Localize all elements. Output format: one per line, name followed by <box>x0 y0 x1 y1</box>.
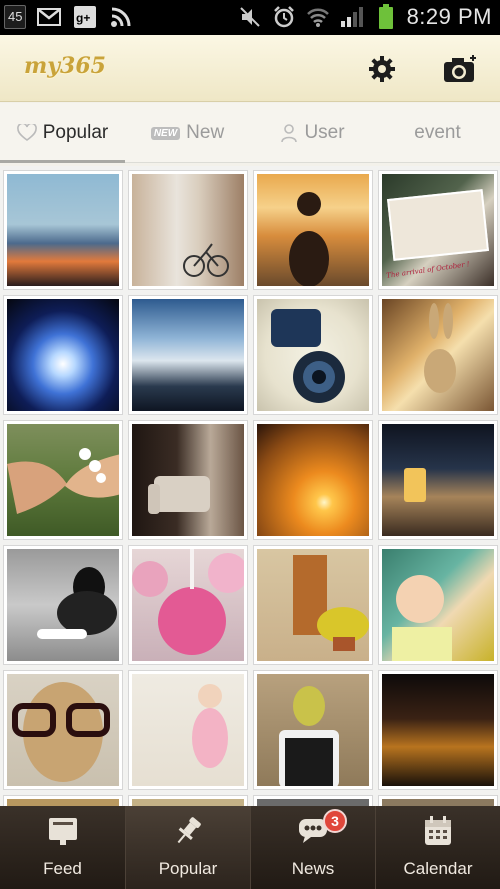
photo-dog-glasses <box>7 674 119 786</box>
tab-label: event <box>414 122 461 143</box>
photo-tile[interactable] <box>128 795 248 806</box>
tab-popular[interactable]: Popular <box>0 103 125 163</box>
photo-armchair <box>132 424 244 536</box>
photo-tile[interactable] <box>3 420 123 540</box>
photo-smiling-baby <box>382 549 494 661</box>
tab-label: User <box>304 122 345 143</box>
photo-cake-pops <box>132 549 244 661</box>
status-bar: 45 g+ 8:29 PM <box>0 0 500 35</box>
photo-tile[interactable] <box>378 670 498 790</box>
photo-orange-sunset <box>257 424 369 536</box>
photo-tile[interactable] <box>3 545 123 665</box>
tab-new[interactable]: NEW New <box>125 103 250 163</box>
camera-icon <box>444 55 476 82</box>
tab-label: New <box>186 122 225 143</box>
user-icon <box>281 124 298 143</box>
clock-time: 8:29 PM <box>406 4 492 29</box>
photo-tile[interactable] <box>128 295 248 415</box>
signal-icon <box>339 5 365 29</box>
photo-partial <box>382 799 494 806</box>
photo-tile[interactable] <box>3 670 123 790</box>
photo-tile[interactable] <box>253 545 373 665</box>
new-badge-icon: NEW <box>150 126 181 140</box>
app-header: my365 <box>0 35 500 102</box>
photo-restaurant <box>382 424 494 536</box>
nav-label: Calendar <box>403 859 473 878</box>
photo-tile[interactable] <box>3 170 123 290</box>
calendar-icon <box>425 816 451 845</box>
status-right: 8:29 PM <box>237 4 492 30</box>
photo-dog-beach <box>257 174 369 286</box>
svg-text:g+: g+ <box>76 11 90 25</box>
photo-tile[interactable] <box>253 170 373 290</box>
photo-camera-lens <box>257 299 369 411</box>
status-left: 45 g+ <box>4 5 134 29</box>
photo-tile[interactable] <box>378 420 498 540</box>
photo-baby-pink <box>132 674 244 786</box>
nav-label: Feed <box>43 859 82 878</box>
photo-sunset-water <box>7 174 119 286</box>
photo-tile[interactable] <box>128 545 248 665</box>
photo-blue-flare <box>7 299 119 411</box>
wifi-icon <box>305 5 331 29</box>
photo-tile[interactable] <box>378 545 498 665</box>
photo-tile[interactable] <box>128 420 248 540</box>
photo-tile[interactable] <box>253 795 373 806</box>
photo-door-flowers <box>257 549 369 661</box>
nav-label: News <box>291 859 335 878</box>
photo-harbor-clouds <box>132 299 244 411</box>
tab-event[interactable]: event <box>375 103 500 163</box>
active-tab-indicator <box>0 160 125 163</box>
photo-bunny-toy <box>382 299 494 411</box>
photo-caption: The arrival of October ! <box>385 260 471 280</box>
photo-street-bicycles <box>132 174 244 286</box>
gmail-icon <box>36 5 62 29</box>
notification-count: 45 <box>4 5 27 29</box>
heart-icon <box>16 124 37 141</box>
photo-tile[interactable] <box>128 170 248 290</box>
nav-feed[interactable]: Feed <box>0 806 125 889</box>
photo-tile[interactable] <box>378 295 498 415</box>
photo-partial <box>257 799 369 806</box>
mute-icon <box>237 5 263 29</box>
news-count-badge: 3 <box>323 809 347 833</box>
alarm-icon <box>271 5 297 29</box>
google-plus-icon: g+ <box>72 5 98 29</box>
feed-icon <box>48 818 77 845</box>
tab-label: Popular <box>42 122 109 143</box>
photo-tile[interactable] <box>253 295 373 415</box>
nav-popular[interactable]: Popular <box>125 806 250 889</box>
photo-dog-postcard: The arrival of October ! <box>382 174 494 286</box>
tab-user[interactable]: User <box>250 103 375 163</box>
nav-news[interactable]: 3 News <box>250 806 375 889</box>
photo-partial <box>132 799 244 806</box>
rss-icon <box>108 5 134 29</box>
battery-icon <box>373 4 399 29</box>
pin-icon <box>177 817 201 844</box>
photo-tile[interactable] <box>3 295 123 415</box>
nav-calendar[interactable]: Calendar <box>375 806 500 889</box>
photo-city-night <box>382 674 494 786</box>
photo-grid: The arrival of October ! <box>0 166 500 806</box>
app-logo: my365 <box>24 53 106 79</box>
photo-tile[interactable] <box>253 420 373 540</box>
photo-tile[interactable] <box>378 795 498 806</box>
settings-gear-icon <box>369 56 395 82</box>
photo-bird-phone <box>257 674 369 786</box>
category-tabs: Popular NEW New User event <box>0 103 500 163</box>
nav-label: Popular <box>158 859 218 878</box>
settings-button[interactable] <box>362 49 402 89</box>
photo-tile[interactable] <box>3 795 123 806</box>
photo-tile[interactable] <box>128 670 248 790</box>
photo-partial <box>7 799 119 806</box>
camera-button[interactable] <box>440 49 480 89</box>
photo-bw-dog <box>7 549 119 661</box>
photo-tile[interactable]: The arrival of October ! <box>378 170 498 290</box>
photo-hands-flowers <box>7 424 119 536</box>
bottom-navigation: Feed Popular 3 News Calendar <box>0 806 500 889</box>
photo-tile[interactable] <box>253 670 373 790</box>
